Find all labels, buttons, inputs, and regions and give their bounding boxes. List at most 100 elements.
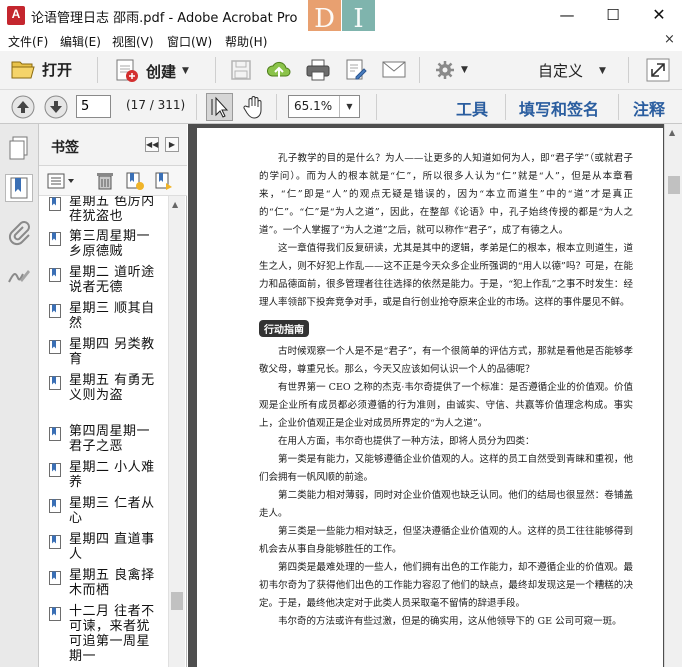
expand-icon[interactable] [646, 58, 670, 82]
page-thumbnails-icon[interactable] [5, 134, 33, 162]
comment-tab[interactable]: 注释 [633, 96, 665, 120]
acrobat-app-icon: A [7, 6, 25, 25]
minimize-button[interactable]: — [544, 0, 590, 31]
cursor-arrow-icon [211, 96, 229, 118]
bookmark-list: 星期五 色厉内荏犹盗也 第三周星期一 乡原德贼 星期二 道听途说者无德 星期三 … [39, 196, 167, 667]
bookmark-item[interactable]: 十二月 往者不可谏，来者犹可追第一周星期一 [49, 604, 163, 664]
open-button[interactable]: 打开 [10, 58, 72, 80]
bookmark-label: 星期五 有勇无义则为盗 [69, 373, 155, 403]
expand-bookmark-icon[interactable] [154, 171, 174, 191]
bookmark-label: 十二月 往者不可谏，来者犹可追第一周星期一 [69, 604, 155, 664]
page-count: (17 / 311) [126, 98, 186, 112]
pdf-page: 孔子教学的目的是什么？为人——让更多的人知道如何为人，即“君子学”（或就君子的学… [197, 128, 663, 667]
new-bookmark-icon[interactable] [125, 171, 145, 191]
bookmarks-scrollbar[interactable]: ▲ [168, 196, 185, 667]
print-icon[interactable] [305, 58, 331, 82]
chevron-down-icon: ▼ [599, 65, 606, 76]
next-page-icon[interactable] [44, 95, 68, 119]
document-scrollbar[interactable]: ▲ [664, 124, 682, 667]
select-tool-button[interactable] [206, 93, 233, 121]
toolbar-divider [419, 57, 420, 83]
bookmark-item[interactable]: 星期五 良禽择木而栖 [49, 568, 163, 598]
delete-icon[interactable] [96, 171, 114, 191]
bookmarks-panel: 书签 ◀◀ ▶ 星期五 色厉内荏犹盗也 第三周星期一 乡原德贼 星期二 道听途说… [39, 124, 187, 667]
paragraph: 孔子教学的目的是什么？为人——让更多的人知道如何为人，即“君子学”（或就君子的学… [259, 153, 633, 236]
bookmark-icon [49, 232, 61, 246]
bookmark-icon [49, 535, 61, 549]
paperclip-icon[interactable] [5, 219, 33, 247]
bookmark-icon [49, 340, 61, 354]
toolbar-divider [505, 94, 506, 120]
bookmark-options-icon[interactable] [47, 172, 75, 190]
customize-dropdown[interactable]: 自定义 ▼ [538, 60, 606, 81]
paragraph: 第二类能力相对薄弱，同时对企业价值观也缺乏认同。他们的结局也很显然：卷铺盖走人。 [259, 490, 633, 519]
cloud-upload-icon[interactable] [266, 58, 292, 82]
bookmark-item[interactable]: 星期四 直道事人 [49, 532, 163, 562]
bookmark-item[interactable]: 第三周星期一 乡原德贼 [49, 229, 163, 259]
panel-arrow-icon[interactable]: ▶ [165, 137, 179, 152]
close-button[interactable]: ✕ [636, 0, 682, 31]
bookmark-item[interactable]: 星期三 顺其自然 [49, 301, 163, 331]
window-title: 论语管理日志 邵雨.pdf - Adobe Acrobat Pro [31, 11, 298, 26]
signature-icon[interactable] [5, 262, 33, 290]
bookmark-item[interactable]: 星期二 道听途说者无德 [49, 265, 163, 295]
hand-tool-icon[interactable] [242, 94, 266, 120]
paragraph: 第三类是一些能力相对缺乏，但坚决遵循企业价值观的人。这样的员工往往能够得到机会去… [259, 526, 633, 555]
bookmark-item[interactable]: 星期五 有勇无义则为盗 [49, 373, 163, 403]
bookmark-label: 星期五 色厉内荏犹盗也 [69, 196, 155, 224]
folder-icon [11, 61, 35, 79]
settings-button[interactable]: ▼ [435, 60, 468, 80]
bookmarks-nav-button[interactable] [5, 174, 33, 202]
menu-file[interactable]: 文件(F) [8, 33, 48, 50]
collapse-panel-icon[interactable]: ◀◀ [145, 137, 159, 152]
create-pdf-icon [116, 59, 138, 82]
bookmark-item[interactable]: 星期三 仁者从心 [49, 496, 163, 526]
zoom-select[interactable]: 65.1% ▼ [288, 95, 360, 118]
scroll-up-icon[interactable]: ▲ [172, 200, 178, 209]
document-viewport: 孔子教学的目的是什么？为人——让更多的人知道如何为人，即“君子学”（或就君子的学… [188, 124, 664, 667]
tools-tab[interactable]: 工具 [456, 96, 488, 120]
edit-document-icon[interactable] [344, 58, 368, 82]
bookmark-item[interactable]: 第四周星期一 君子之恶 [49, 424, 163, 454]
toolbar-divider [196, 94, 197, 120]
title-bar: A 论语管理日志 邵雨.pdf - Adobe Acrobat Pro D I … [0, 0, 682, 40]
bookmark-item[interactable]: 星期二 小人难养 [49, 460, 163, 490]
previous-page-icon[interactable] [11, 95, 35, 119]
bookmark-label: 星期五 良禽择木而栖 [69, 568, 155, 598]
bookmark-item[interactable]: 星期五 色厉内荏犹盗也 [49, 196, 163, 224]
chevron-down-icon: ▼ [461, 65, 468, 75]
toolbar-divider [97, 57, 98, 83]
paragraph: 这一章值得我们反复研读，尤其是其中的逻辑，孝弟是仁的根本，根本立则道生，道生之人… [259, 243, 633, 308]
close-document-icon[interactable]: × [664, 32, 675, 47]
scrollbar-thumb[interactable] [668, 176, 680, 194]
paragraph: 有世界第一 CEO 之称的杰克·韦尔奇提供了一个标准：是否遵循企业的价值观。价值… [259, 382, 633, 429]
maximize-button[interactable]: ☐ [590, 0, 636, 31]
chevron-down-icon[interactable]: ▼ [339, 96, 359, 117]
menu-view[interactable]: 视图(V) [112, 33, 154, 50]
fill-sign-tab[interactable]: 填写和签名 [519, 96, 599, 120]
create-button[interactable]: 创建 ▼ [114, 58, 189, 84]
menu-bar: 文件(F) 编辑(E) 视图(V) 窗口(W) 帮助(H) × [0, 31, 682, 51]
scrollbar-thumb[interactable] [171, 592, 183, 610]
create-label: 创建 [146, 62, 177, 81]
bookmarks-title: 书签 [51, 140, 79, 156]
paragraph: 第四类是最难处理的一些人，他们拥有出色的工作能力，却不遵循企业的价值观。最初韦尔… [259, 562, 633, 609]
bookmark-icon [49, 376, 61, 390]
main-toolbar: 打开 创建 ▼ ▼ 自定义 ▼ [0, 51, 682, 90]
bookmark-label: 星期三 仁者从心 [69, 496, 155, 526]
menu-window[interactable]: 窗口(W) [167, 33, 212, 50]
email-icon[interactable] [381, 60, 407, 80]
menu-edit[interactable]: 编辑(E) [60, 33, 101, 50]
bookmark-label: 第四周星期一 君子之恶 [69, 424, 151, 454]
scroll-up-icon[interactable]: ▲ [669, 128, 675, 137]
paragraph: 韦尔奇的方法或许有些过激，但是的确实用，这从他领导下的 GE 公司可窥一斑。 [278, 616, 622, 627]
chevron-down-icon: ▼ [182, 66, 189, 76]
bookmark-icon [49, 427, 61, 441]
toolbar-divider [215, 57, 216, 83]
save-icon[interactable] [230, 59, 252, 81]
bookmark-item[interactable]: 星期四 另类教育 [49, 337, 163, 367]
page-number-input[interactable] [76, 95, 111, 118]
menu-help[interactable]: 帮助(H) [225, 33, 267, 50]
bookmarks-header: 书签 ◀◀ ▶ [39, 124, 187, 166]
bookmark-label: 第三周星期一 乡原德贼 [69, 229, 151, 259]
